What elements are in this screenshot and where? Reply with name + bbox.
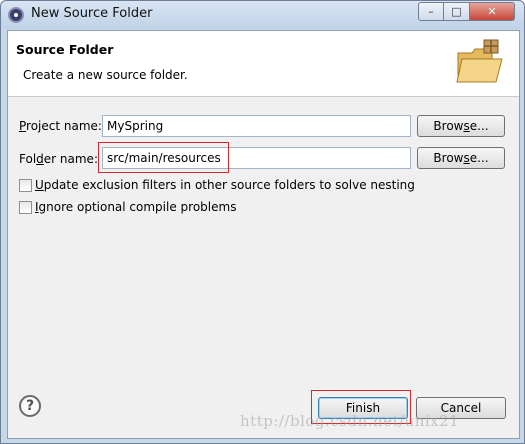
update-exclusion-checkbox[interactable] (19, 179, 32, 192)
folder-name-label: Folder name: (19, 152, 98, 166)
folder-name-field[interactable]: src/main/resources (102, 147, 411, 169)
window-title: New Source Folder (31, 6, 153, 21)
update-exclusion-label[interactable]: Update exclusion filters in other source… (35, 178, 415, 192)
project-name-label: Project name: (19, 119, 102, 133)
dialog-window: New Source Folder – □ ✕ Source Folder Cr… (0, 0, 525, 444)
eclipse-icon (8, 7, 24, 23)
folder-browse-button[interactable]: Browse... (417, 147, 505, 169)
banner-title: Source Folder (16, 42, 114, 57)
project-browse-button[interactable]: Browse... (417, 115, 505, 137)
folder-icon (456, 39, 503, 83)
wizard-banner: Source Folder Create a new source folder… (8, 31, 519, 97)
watermark-text: http://blog.csdn.net/unix21 (240, 412, 460, 430)
minimize-button[interactable]: – (418, 2, 444, 21)
ignore-compile-checkbox[interactable] (19, 201, 32, 214)
ignore-compile-label[interactable]: Ignore optional compile problems (35, 200, 236, 214)
dialog-body: Source Folder Create a new source folder… (7, 30, 520, 439)
maximize-button[interactable]: □ (444, 2, 470, 21)
project-name-field[interactable]: MySpring (102, 115, 411, 137)
title-bar[interactable]: New Source Folder – □ ✕ (1, 1, 524, 29)
banner-description: Create a new source folder. (23, 68, 188, 82)
close-button[interactable]: ✕ (470, 2, 515, 21)
help-icon[interactable]: ? (19, 395, 41, 417)
